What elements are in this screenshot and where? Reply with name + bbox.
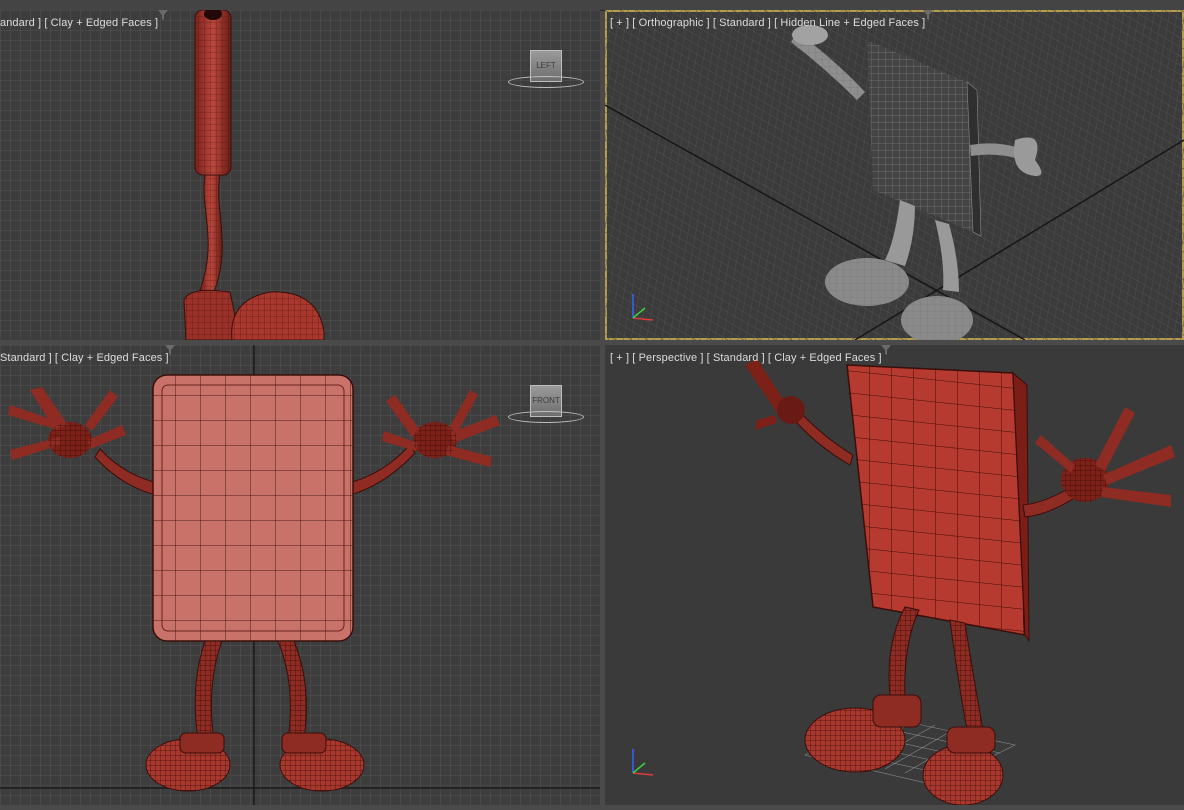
viewport-left[interactable]: andard ] [ Clay + Edged Faces ] LEFT	[0, 10, 600, 340]
viewport-orthographic[interactable]: [ + ] [ Orthographic ] [ Standard ] [ Hi…	[605, 10, 1184, 340]
filter-icon[interactable]	[165, 345, 175, 355]
viewport-label[interactable]: [ + ] [ Orthographic ] [ Standard ] [ Hi…	[610, 17, 925, 29]
viewport-label[interactable]: andard ] [ Clay + Edged Faces ]	[0, 17, 158, 29]
viewport-label[interactable]: Standard ] [ Clay + Edged Faces ]	[0, 352, 169, 364]
character-front-body	[152, 374, 354, 642]
filter-icon[interactable]	[923, 10, 933, 20]
character-persp-body	[846, 364, 1030, 643]
viewport-ortho-canvas	[605, 10, 1184, 340]
character-persp-hand-right	[1022, 407, 1175, 518]
axis-gizmo	[632, 294, 654, 321]
view-cube[interactable]: FRONT	[508, 385, 584, 425]
axis-gizmo	[632, 749, 654, 776]
view-cube[interactable]: LEFT	[508, 50, 584, 90]
filter-icon[interactable]	[158, 10, 168, 20]
filter-icon[interactable]	[881, 345, 891, 355]
view-cube-ring[interactable]	[508, 411, 584, 423]
character-persp-hand-left	[745, 359, 854, 466]
viewport-label[interactable]: [ + ] [ Perspective ] [ Standard ] [ Cla…	[610, 352, 882, 364]
character-side-shoes	[183, 289, 325, 340]
character-side-body	[194, 10, 232, 176]
viewport-perspective-canvas	[745, 359, 1175, 805]
view-cube-ring[interactable]	[508, 76, 584, 88]
viewport-front[interactable]: Standard ] [ Clay + Edged Faces ] FRONT	[0, 345, 600, 805]
viewport-perspective[interactable]: [ + ] [ Perspective ] [ Standard ] [ Cla…	[605, 345, 1184, 805]
